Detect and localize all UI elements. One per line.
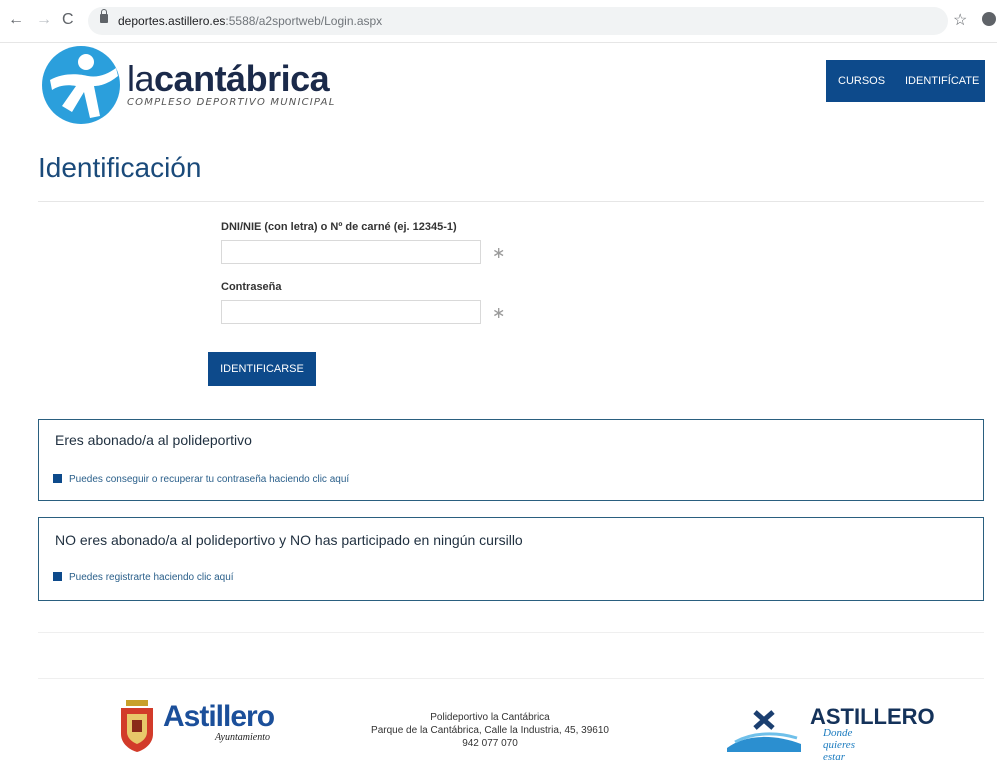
- ayuntamiento-label: Ayuntamiento: [215, 732, 270, 743]
- recover-password-link[interactable]: Puedes conseguir o recuperar tu contrase…: [53, 474, 349, 485]
- panel-title: Eres abonado/a al polideportivo: [55, 432, 252, 448]
- reload-icon[interactable]: C: [62, 12, 74, 28]
- site-logo[interactable]: [42, 46, 120, 124]
- user-id-input[interactable]: [221, 240, 481, 264]
- footer-address: Polideportivo la Cantábrica Parque de la…: [371, 712, 609, 749]
- password-input[interactable]: [221, 300, 481, 324]
- profile-icon[interactable]: [982, 12, 996, 26]
- brand-subtitle: COMPLESO DEPORTIVO MUNICIPAL: [127, 97, 336, 108]
- panel-title: NO eres abonado/a al polideportivo y NO …: [55, 532, 523, 548]
- footer-divider: [38, 632, 984, 633]
- coat-of-arms-icon: [121, 700, 153, 752]
- title-divider: [38, 201, 984, 202]
- back-arrow-icon[interactable]: ←: [8, 12, 24, 28]
- square-bullet-icon: [53, 474, 62, 483]
- required-asterisk: ∗: [492, 305, 506, 322]
- page-title: Identificación: [38, 152, 202, 183]
- brand-name: lacantábrica: [127, 58, 330, 99]
- user-field-label: DNI/NIE (con letra) o Nº de carné (ej. 1…: [221, 221, 457, 233]
- browser-toolbar: ← → C deportes.astillero.es:5588/a2sport…: [0, 0, 997, 43]
- top-navigation: CURSOS IDENTIFÍCATE: [826, 60, 985, 102]
- wave-logo-icon: [727, 710, 801, 752]
- info-panel-non-member: NO eres abonado/a al polideportivo y NO …: [38, 517, 984, 601]
- login-button[interactable]: IDENTIFICARSE: [208, 352, 316, 386]
- star-icon[interactable]: ☆: [953, 10, 967, 30]
- address-bar[interactable]: deportes.astillero.es:5588/a2sportweb/Lo…: [88, 7, 948, 35]
- square-bullet-icon: [53, 572, 62, 581]
- password-field-label: Contraseña: [221, 281, 282, 293]
- info-panel-member: Eres abonado/a al polideportivo Puedes c…: [38, 419, 984, 501]
- footer-divider: [38, 678, 984, 679]
- astillero-wordmark: Astillero: [163, 700, 275, 733]
- required-asterisk: ∗: [492, 245, 506, 262]
- nav-cursos[interactable]: CURSOS: [838, 75, 885, 87]
- lock-icon: [100, 9, 108, 23]
- nav-identificate[interactable]: IDENTIFÍCATE: [905, 75, 979, 87]
- brand-tagline: Donde quieres estar: [823, 727, 855, 763]
- register-link[interactable]: Puedes registrarte haciendo clic aquí: [53, 572, 234, 583]
- forward-arrow-icon[interactable]: →: [36, 12, 52, 28]
- url-text[interactable]: deportes.astillero.es:5588/a2sportweb/Lo…: [118, 14, 382, 28]
